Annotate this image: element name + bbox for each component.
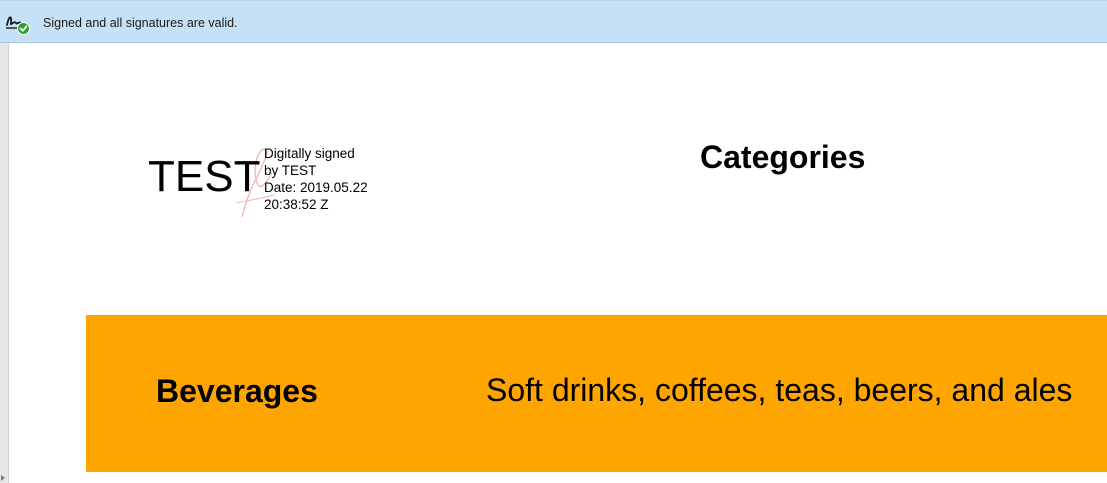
signature-detail-line: Date: 2019.05.22 xyxy=(264,180,368,195)
signer-name: TEST xyxy=(148,152,261,201)
page-heading: Categories xyxy=(700,139,866,175)
signature-status-bar: Signed and all signatures are valid. xyxy=(0,0,1107,43)
digital-signature-field[interactable]: TEST Digitally signed by TEST Date: 2019… xyxy=(148,143,388,223)
category-description: Soft drinks, coffees, teas, beers, and a… xyxy=(486,372,1073,408)
signature-details: Digitally signed by TEST Date: 2019.05.2… xyxy=(264,145,368,213)
left-navigation-gutter[interactable] xyxy=(0,43,9,483)
table-row: Beverages Soft drinks, coffees, teas, be… xyxy=(86,315,1107,472)
category-name: Beverages xyxy=(156,373,318,409)
signature-detail-line: by TEST xyxy=(264,163,317,178)
document-page: TEST Digitally signed by TEST Date: 2019… xyxy=(10,43,1107,483)
expand-arrow-icon[interactable] xyxy=(1,475,5,481)
signature-detail-line: 20:38:52 Z xyxy=(264,197,329,212)
signature-detail-line: Digitally signed xyxy=(264,146,355,161)
signature-valid-icon xyxy=(6,16,30,35)
signature-status-text: Signed and all signatures are valid. xyxy=(43,16,238,30)
